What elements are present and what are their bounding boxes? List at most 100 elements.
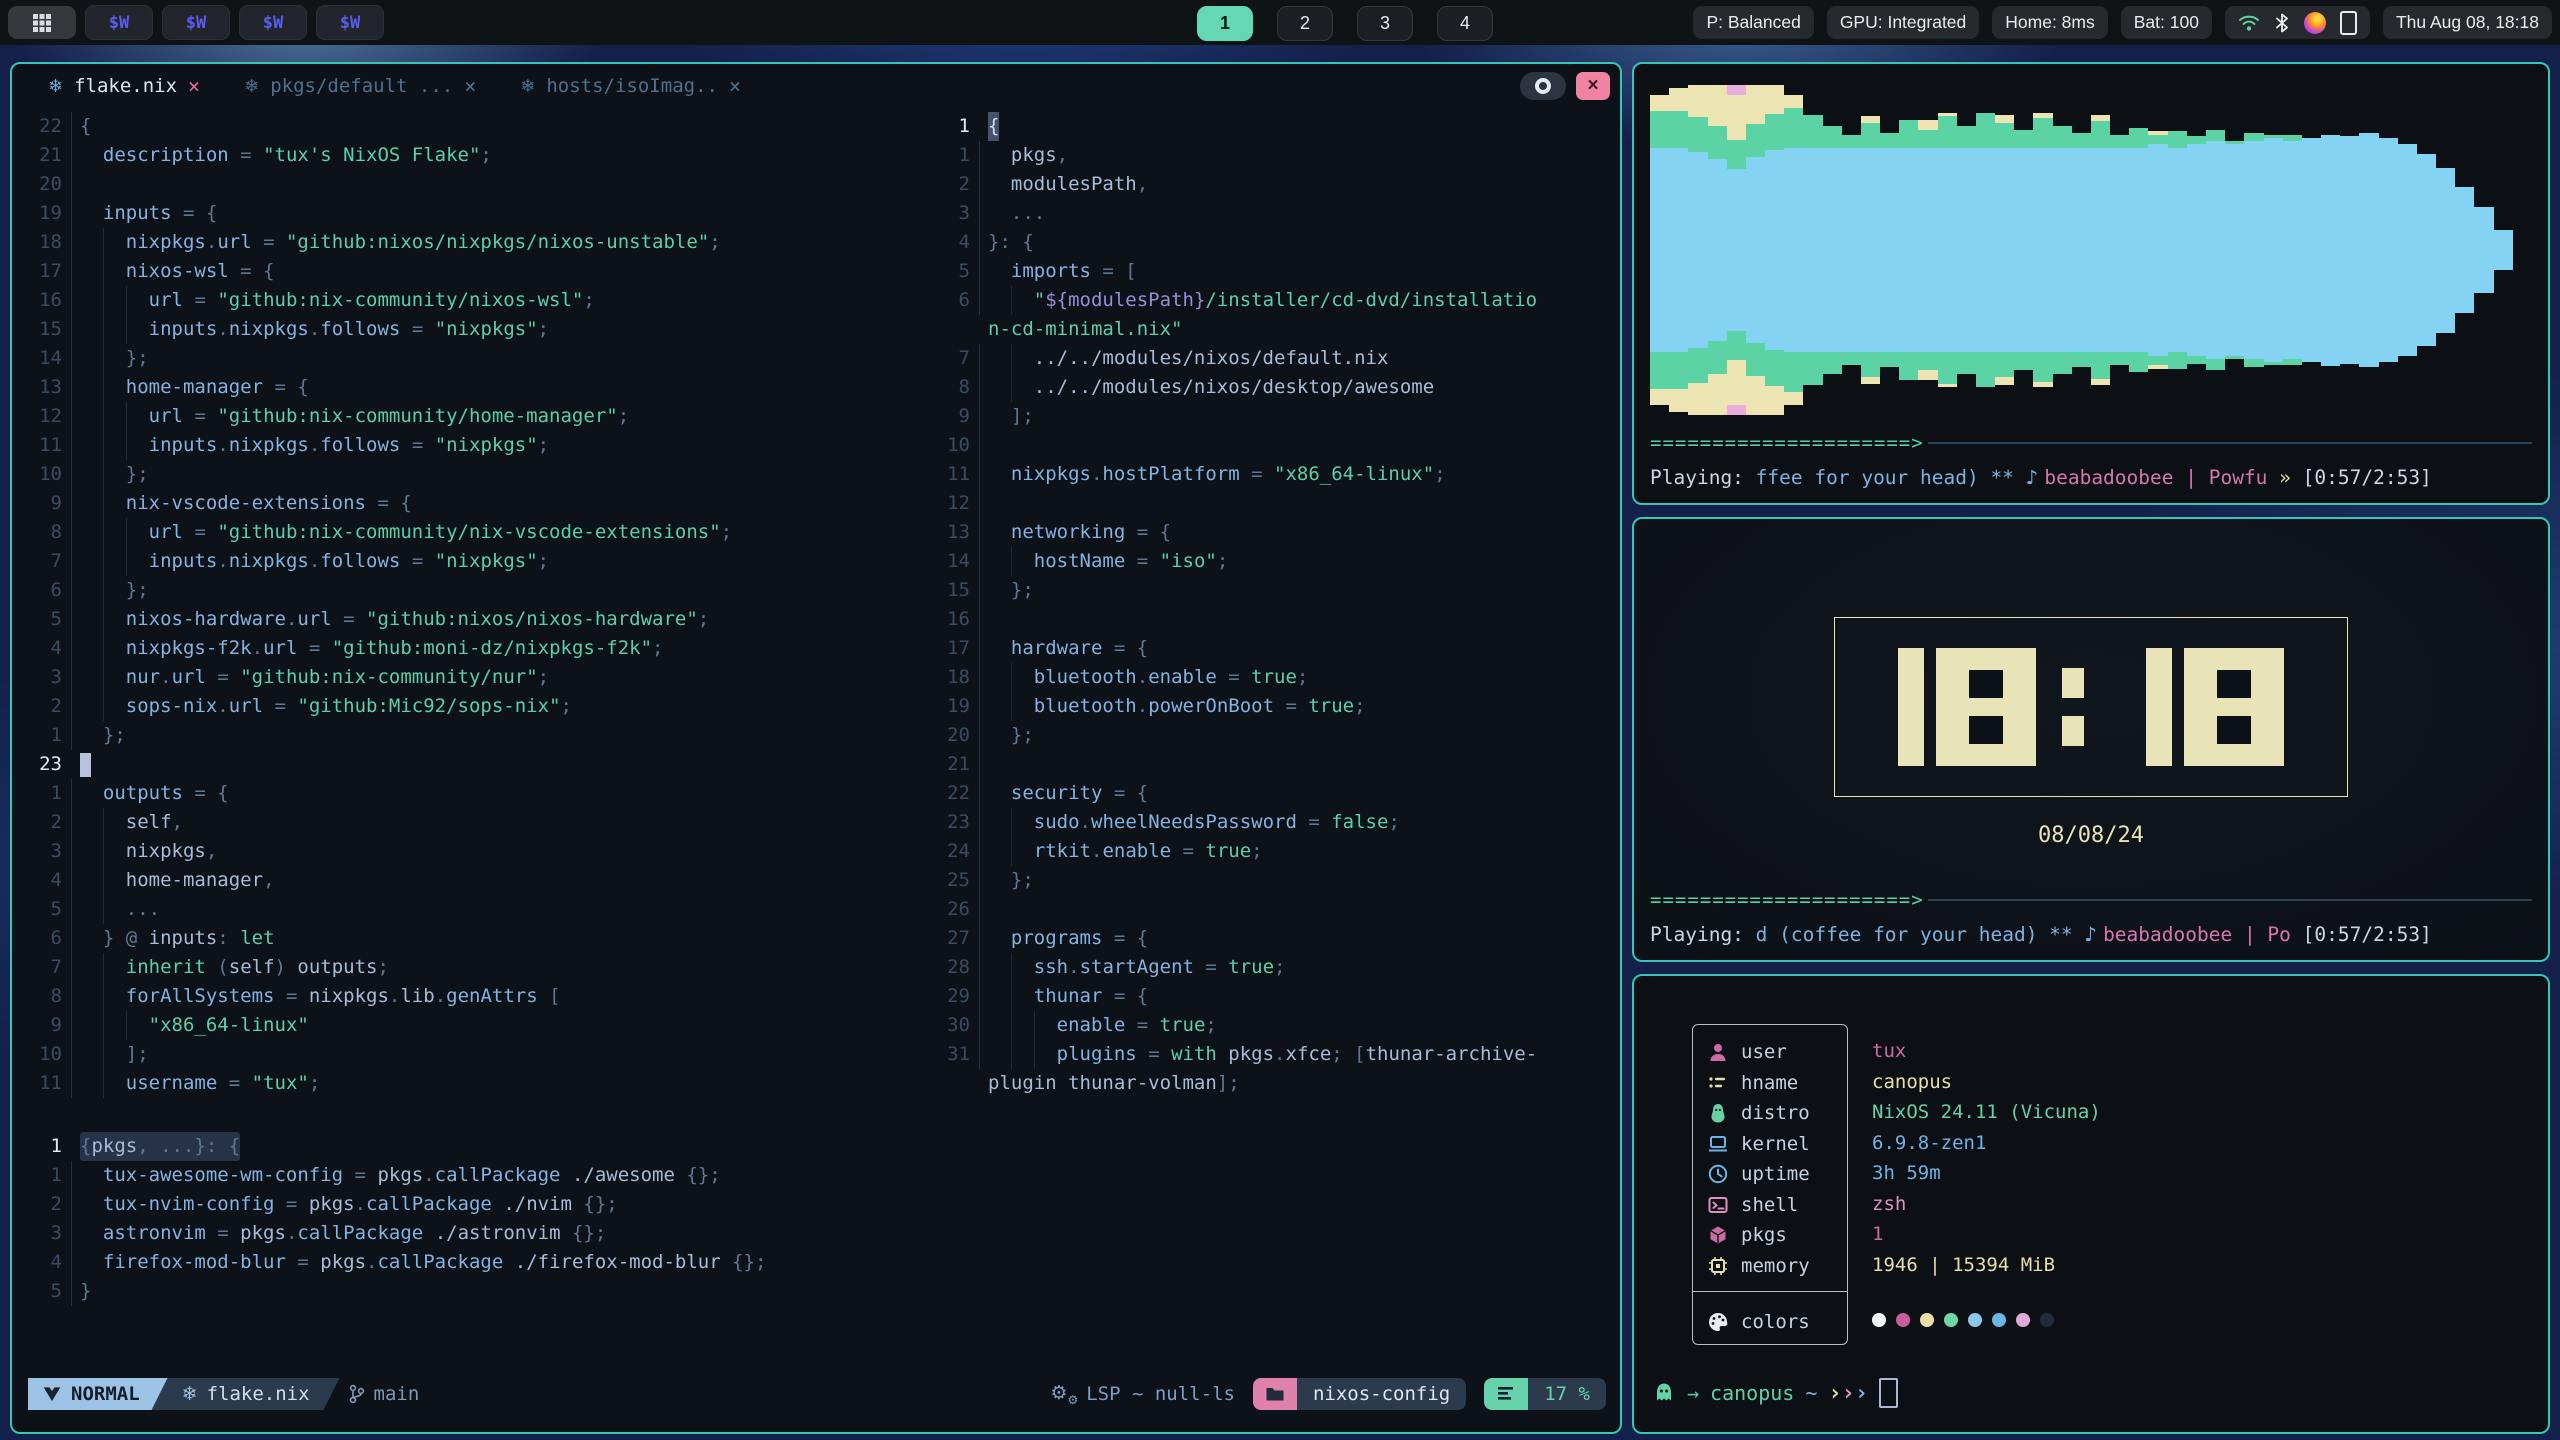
code-line: 18 nixpkgs.url = "github:nixos/nixpkgs/n…	[26, 228, 928, 257]
workspace-button-3[interactable]: $W	[239, 5, 307, 40]
indent-guide	[103, 953, 126, 982]
code-token: nix-vscode-extensions	[126, 489, 366, 518]
code-token: } @	[103, 924, 149, 953]
indent-guide	[103, 257, 126, 286]
palette-icon	[1707, 1311, 1729, 1333]
code-token: =	[1137, 1040, 1171, 1069]
gutter-separator	[62, 286, 80, 315]
code-token: callPackage	[435, 1161, 561, 1190]
code-token: hardware	[1011, 634, 1103, 663]
fetch-values: tuxcanopusNixOS 24.11 (Vicuna)6.9.8-zen1…	[1872, 1024, 2101, 1345]
editor-pane-flake[interactable]: 22{21 description = "tux's NixOS Flake";…	[26, 112, 928, 1098]
line-number: 26	[934, 895, 970, 924]
code-token: ;	[309, 1069, 320, 1098]
code-token: ];	[126, 1040, 149, 1069]
code-token: =	[1274, 692, 1308, 721]
gutter-separator	[62, 576, 80, 605]
viz-segment	[2091, 379, 2110, 386]
launcher-button[interactable]	[8, 6, 76, 39]
line-number	[934, 315, 970, 344]
code-line: 22{	[26, 112, 928, 141]
line-number: 16	[934, 605, 970, 634]
network-icon[interactable]	[2238, 13, 2260, 33]
code-token: imports	[1011, 257, 1091, 286]
code-token: .	[309, 431, 320, 460]
editor-pane-iso[interactable]: 1{1 pkgs,2 modulesPath,3 ...4}: {5 impor…	[934, 112, 1622, 1098]
code-token: ./firefox-mod-blur	[515, 1248, 721, 1277]
gutter-separator	[970, 431, 988, 460]
viz-bar	[1918, 85, 1937, 415]
viz-segment	[1861, 352, 1880, 377]
line-number: 17	[26, 257, 62, 286]
viz-segment	[1708, 126, 1727, 158]
buffer-tab-pkgs[interactable]: ❄ pkgs/default ... ×	[222, 64, 498, 108]
code-token: ;	[709, 228, 720, 257]
buffer-close-icon[interactable]: ×	[188, 74, 200, 98]
code-token: outputs	[297, 953, 377, 982]
code-line: 3 astronvim = pkgs.callPackage ./astronv…	[26, 1219, 928, 1248]
indent	[80, 605, 103, 634]
viz-segment	[1746, 124, 1765, 157]
tag-tab-4[interactable]: 4	[1437, 6, 1493, 41]
line-number: 21	[26, 141, 62, 170]
viz-segment	[1995, 250, 2014, 352]
window-close-button[interactable]: ×	[1576, 72, 1610, 100]
viz-segment	[2494, 250, 2513, 270]
workspace-button-1[interactable]: $W	[85, 5, 153, 40]
viz-bar	[2110, 85, 2129, 415]
code-token: follows	[320, 547, 400, 576]
buffer-close-icon[interactable]: ×	[464, 74, 476, 98]
line-number: 25	[934, 866, 970, 895]
code-line: 21 description = "tux's NixOS Flake";	[26, 141, 928, 170]
viz-segment	[1899, 120, 1918, 148]
gutter-separator	[970, 286, 988, 315]
viz-segment	[1669, 111, 1688, 147]
bluetooth-icon[interactable]	[2274, 12, 2290, 34]
code-token: =	[332, 605, 366, 634]
viz-segment	[1899, 352, 1918, 380]
clock-digit-1	[2146, 648, 2172, 766]
code-token	[561, 1161, 572, 1190]
window-toggle-button[interactable]	[1520, 72, 1566, 100]
viz-segment	[1688, 383, 1707, 415]
viz-segment	[1727, 331, 1746, 360]
viz-segment	[2033, 148, 2052, 250]
indent	[80, 199, 103, 228]
phone-icon[interactable]	[2340, 11, 2357, 35]
workspace-button-2[interactable]: $W	[162, 5, 230, 40]
gutter-separator	[62, 344, 80, 373]
viz-segment	[2072, 148, 2091, 250]
viz-segment	[1995, 352, 2014, 377]
buffer-close-icon[interactable]: ×	[729, 74, 741, 98]
code-line: 9 ];	[934, 402, 1622, 431]
editor-pane-pkgs[interactable]: 1{pkgs, ...}: {1 tux-awesome-wm-config =…	[26, 1132, 928, 1306]
code-line: 2 sops-nix.url = "github:Mic92/sops-nix"…	[26, 692, 928, 721]
tag-tab-2[interactable]: 2	[1277, 6, 1333, 41]
buffer-tab-iso[interactable]: ❄ hosts/isoImag.. ×	[498, 64, 763, 108]
indent	[80, 1040, 103, 1069]
shell-prompt[interactable]: → canopus ~ ›››	[1652, 1378, 1898, 1408]
viz-bar	[2014, 85, 2033, 415]
fetch-row: pkgs	[1707, 1220, 1847, 1251]
indent-guide	[103, 837, 126, 866]
indent	[988, 721, 1011, 750]
viz-bar	[2283, 85, 2302, 415]
viz-segment	[2225, 144, 2244, 250]
code-token: ;	[721, 518, 732, 547]
viz-segment	[2129, 148, 2148, 250]
tag-tab-1[interactable]: 1	[1197, 6, 1253, 41]
code-token: bluetooth	[1034, 692, 1137, 721]
gutter-separator	[62, 228, 80, 257]
prompt-arrow: →	[1687, 1381, 1699, 1405]
code-line: 10 };	[26, 460, 928, 489]
workspace-button-4[interactable]: $W	[316, 5, 384, 40]
viz-segment	[1765, 114, 1784, 150]
gutter-separator	[62, 692, 80, 721]
code-token: {	[1160, 518, 1171, 547]
firefox-icon[interactable]	[2304, 12, 2326, 34]
line-number	[934, 1069, 970, 1098]
clock-digit-8	[2184, 648, 2284, 766]
buffer-tab-flake[interactable]: ❄ flake.nix ×	[26, 64, 222, 108]
fetch-label: memory	[1741, 1255, 1810, 1277]
tag-tab-3[interactable]: 3	[1357, 6, 1413, 41]
